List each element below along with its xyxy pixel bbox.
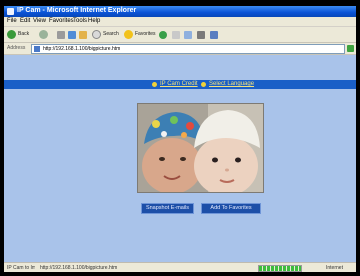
browser-window: IP Cam - Microsoft Internet Explorer Fil… — [4, 6, 356, 272]
camera-image — [137, 103, 264, 193]
refresh-icon[interactable] — [68, 31, 76, 39]
menu-file[interactable]: File — [7, 18, 17, 24]
snapshot-emails-label: Snapshot E-mails — [145, 205, 190, 211]
status-url: http://192.168.1.100/bigpicture.htm — [40, 265, 118, 271]
menu-tools[interactable]: Tools — [73, 18, 87, 24]
window-title: IP Cam - Microsoft Internet Explorer — [17, 7, 137, 14]
address-input[interactable]: http://192.168.1.100/bigpicture.htm — [31, 44, 345, 54]
add-to-favorites-button[interactable]: Add To Favorites — [201, 203, 261, 214]
history-icon[interactable] — [172, 31, 180, 39]
status-left: IP Cam to Image — [7, 265, 35, 271]
address-bar: Address http://192.168.1.100/bigpicture.… — [4, 43, 356, 55]
star-icon — [124, 30, 133, 39]
menu-help[interactable]: Help — [88, 18, 100, 24]
back-arrow-icon — [7, 30, 16, 39]
toolbar: Back Search Favorites — [4, 27, 356, 43]
snapshot-emails-button[interactable]: Snapshot E-mails — [141, 203, 194, 214]
home-icon[interactable] — [79, 31, 87, 39]
bullet-icon — [201, 82, 206, 87]
bullet-icon — [152, 82, 157, 87]
page-content: IP Cam Credit Select Language Snapshot E… — [4, 55, 356, 262]
progress-bar — [258, 265, 302, 272]
menu-bar: File Edit View Favorites Tools Help — [4, 17, 356, 27]
forward-arrow-icon — [39, 30, 48, 39]
media-icon[interactable] — [159, 31, 167, 39]
babies-photo-icon — [138, 104, 263, 192]
address-value: http://192.168.1.100/bigpicture.htm — [43, 46, 121, 52]
menu-edit[interactable]: Edit — [20, 18, 30, 24]
ipcam-credit-link[interactable]: IP Cam Credit — [160, 81, 198, 87]
page-icon — [34, 46, 40, 52]
menu-favorites[interactable]: Favorites — [49, 18, 74, 24]
desktop-frame: IP Cam - Microsoft Internet Explorer Fil… — [0, 0, 360, 276]
mail-icon[interactable] — [184, 31, 192, 39]
search-label: Search — [103, 31, 119, 37]
menu-view[interactable]: View — [33, 18, 46, 24]
select-language-link[interactable]: Select Language — [209, 81, 254, 87]
favorites-label: Favorites — [135, 31, 156, 37]
go-button[interactable] — [347, 45, 354, 52]
ie-icon — [7, 8, 14, 15]
title-bar[interactable]: IP Cam - Microsoft Internet Explorer — [4, 6, 356, 17]
search-icon — [92, 30, 101, 39]
internet-zone: Internet — [326, 265, 343, 271]
status-bar: IP Cam to Image http://192.168.1.100/big… — [4, 262, 356, 272]
back-label: Back — [18, 31, 30, 37]
nav-band: IP Cam Credit Select Language — [4, 80, 356, 89]
add-to-favorites-label: Add To Favorites — [210, 205, 252, 211]
edit-icon[interactable] — [210, 31, 218, 39]
stop-icon[interactable] — [57, 31, 65, 39]
address-label: Address — [7, 45, 26, 51]
print-icon[interactable] — [197, 31, 205, 39]
